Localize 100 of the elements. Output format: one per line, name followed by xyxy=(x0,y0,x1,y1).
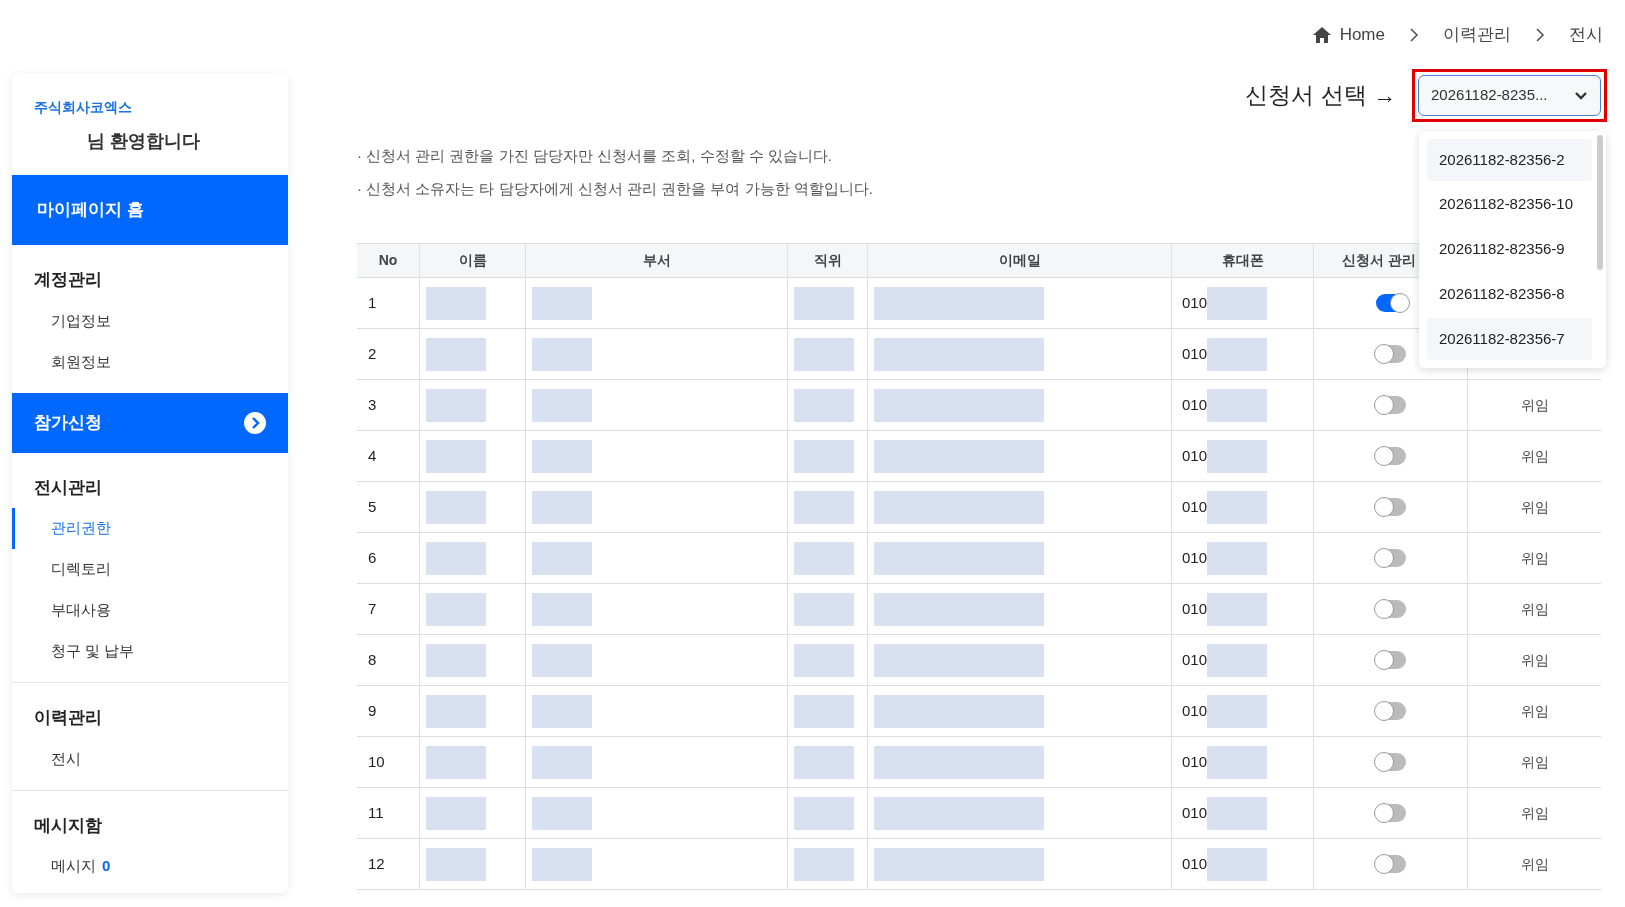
redacted-block xyxy=(532,490,592,524)
toggle-switch[interactable] xyxy=(1375,804,1406,822)
redacted-block xyxy=(1207,745,1268,779)
dropdown-option[interactable]: 20261182-82356-10 xyxy=(1427,183,1592,226)
sidebar-link[interactable]: 청구 및 납부 xyxy=(12,631,288,672)
redacted-block xyxy=(1207,439,1268,473)
delegate-link[interactable]: 위임 xyxy=(1520,394,1549,416)
redacted-block xyxy=(1207,286,1268,320)
redacted-block xyxy=(1207,388,1268,422)
redacted-block xyxy=(794,337,854,371)
breadcrumb-link[interactable]: Home xyxy=(1339,22,1385,48)
redacted-block xyxy=(532,796,592,830)
redacted-block xyxy=(426,388,486,422)
phone-prefix: 010 xyxy=(1182,292,1208,313)
dropdown-option[interactable]: 20261182-82356-9 xyxy=(1427,228,1592,271)
sidebar-link[interactable]: 부대사용 xyxy=(12,590,288,631)
delegate-link[interactable]: 위임 xyxy=(1520,547,1549,569)
delegate-link[interactable]: 위임 xyxy=(1520,445,1549,467)
row-number: 12 xyxy=(368,853,385,874)
section-heading: 메시지함 xyxy=(33,814,103,837)
redacted-block xyxy=(532,337,592,371)
toggle-switch[interactable] xyxy=(1375,753,1406,771)
toggle-switch[interactable] xyxy=(1375,447,1406,465)
welcome-text: 님 환영합니다 xyxy=(87,130,201,153)
redacted-block xyxy=(794,541,854,575)
toggle-switch[interactable] xyxy=(1375,549,1406,567)
row-number: 1 xyxy=(368,292,377,313)
redacted-block xyxy=(532,286,592,320)
row-number: 7 xyxy=(368,598,377,619)
toggle-switch[interactable] xyxy=(1375,396,1406,414)
column-header: 이름 xyxy=(458,251,487,270)
redacted-block xyxy=(426,745,486,779)
section-heading: 이력관리 xyxy=(33,707,103,729)
toggle-switch[interactable] xyxy=(1375,702,1406,720)
redacted-block xyxy=(426,490,486,524)
dropdown-option[interactable]: 20261182-82356-2 xyxy=(1427,139,1592,181)
sidebar-link[interactable]: 관리권한 xyxy=(12,508,288,549)
breadcrumb-link[interactable]: 전시 xyxy=(1569,22,1603,48)
redacted-block xyxy=(794,592,854,626)
phone-prefix: 010 xyxy=(1182,547,1208,568)
sidebar-link[interactable]: 메시지 0 xyxy=(12,846,288,887)
redacted-block xyxy=(532,847,592,881)
phone-prefix: 010 xyxy=(1182,343,1208,364)
redacted-block xyxy=(1207,337,1268,371)
toggle-switch[interactable] xyxy=(1375,855,1406,873)
delegate-link[interactable]: 위임 xyxy=(1520,700,1549,722)
delegate-link[interactable]: 위임 xyxy=(1520,496,1549,518)
select-field[interactable]: 20261182-8235... xyxy=(1418,75,1601,116)
row-number: 4 xyxy=(368,445,377,466)
dropdown-option[interactable]: 20261182-82356-8 xyxy=(1427,273,1592,316)
breadcrumb-link[interactable]: 이력관리 xyxy=(1443,22,1511,48)
row-number: 5 xyxy=(368,496,377,517)
redacted-block xyxy=(426,337,486,371)
delegate-link[interactable]: 위임 xyxy=(1520,649,1549,671)
sidebar-link[interactable]: 기업정보 xyxy=(12,300,288,342)
redacted-block xyxy=(1207,490,1268,524)
sidebar-link[interactable]: 전시 xyxy=(12,738,288,780)
redacted-block xyxy=(794,745,854,779)
redacted-block xyxy=(532,643,592,677)
toggle-switch[interactable] xyxy=(1375,651,1406,669)
phone-prefix: 010 xyxy=(1182,598,1208,619)
redacted-block xyxy=(426,286,486,320)
row-number: 10 xyxy=(368,751,385,772)
phone-prefix: 010 xyxy=(1182,751,1208,772)
delegate-link[interactable]: 위임 xyxy=(1520,751,1549,773)
phone-prefix: 010 xyxy=(1182,802,1208,823)
redacted-block xyxy=(1207,541,1268,575)
selector-label: 신청서 선택 → xyxy=(1245,81,1396,111)
row-number: 3 xyxy=(368,394,377,415)
sidebar-menu-item[interactable]: 참가신청 xyxy=(12,392,288,453)
redacted-block xyxy=(426,796,486,830)
sidebar-link[interactable]: 회원정보 xyxy=(12,341,288,383)
redacted-block xyxy=(532,439,592,473)
column-header: No xyxy=(378,251,398,270)
sidebar-link[interactable]: 디렉토리 xyxy=(12,549,288,590)
section-heading: 계정관리 xyxy=(33,269,103,291)
chevron-right-icon xyxy=(1535,26,1545,43)
redacted-block xyxy=(426,643,486,677)
redacted-block xyxy=(1207,643,1268,677)
dropdown-option[interactable]: 20261182-82356-7 xyxy=(1427,318,1592,360)
redacted-block xyxy=(532,592,592,626)
delegate-link[interactable]: 위임 xyxy=(1520,853,1549,875)
redacted-block xyxy=(1207,592,1268,626)
redacted-block xyxy=(532,694,592,728)
delegate-link[interactable]: 위임 xyxy=(1520,598,1549,620)
redacted-block xyxy=(1207,694,1268,728)
notice-text: · 신청서 소유자는 타 담당자에게 신청서 관리 권한을 부여 가능한 역할입니다. xyxy=(357,178,873,199)
chevron-down-icon xyxy=(1574,90,1588,101)
toggle-switch[interactable] xyxy=(1375,345,1406,363)
redacted-block xyxy=(794,490,854,524)
phone-prefix: 010 xyxy=(1182,394,1208,415)
delegate-link[interactable]: 위임 xyxy=(1520,802,1549,824)
toggle-switch[interactable] xyxy=(1375,498,1406,516)
home-icon xyxy=(1311,25,1332,44)
sidebar-menu-item[interactable]: 마이페이지 홈 xyxy=(12,175,288,245)
column-header: 직위 xyxy=(813,251,842,270)
toggle-switch[interactable] xyxy=(1375,600,1406,618)
row-number: 6 xyxy=(368,547,377,568)
redacted-block xyxy=(1207,847,1268,881)
redacted-block xyxy=(794,286,854,320)
